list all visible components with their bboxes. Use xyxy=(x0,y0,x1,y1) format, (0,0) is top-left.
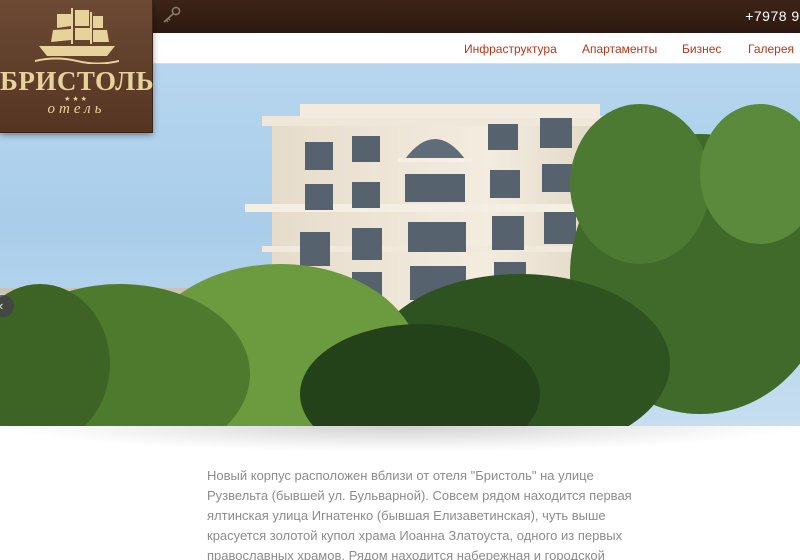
nav-item-business[interactable]: Бизнес xyxy=(682,42,721,56)
nav-item-gallery[interactable]: Галерея xyxy=(748,42,794,56)
chevron-left-icon: ‹ xyxy=(0,298,3,314)
logo-subtitle: отель xyxy=(47,101,106,117)
logo-name: БРИСТОЛЬ xyxy=(0,66,155,96)
phone-number[interactable]: +7978 97 xyxy=(745,8,800,24)
nav-item-apartments[interactable]: Апартаменты xyxy=(582,42,657,56)
nav-item-infrastructure[interactable]: Инфраструктура xyxy=(464,42,557,56)
hero-shadow xyxy=(0,426,800,452)
key-icon[interactable] xyxy=(160,6,182,24)
ship-icon xyxy=(35,8,119,64)
hotel-description: Новый корпус расположен вблизи от отеля … xyxy=(207,468,632,560)
hotel-logo[interactable]: БРИСТОЛЬ ★★★ отель xyxy=(0,0,155,133)
